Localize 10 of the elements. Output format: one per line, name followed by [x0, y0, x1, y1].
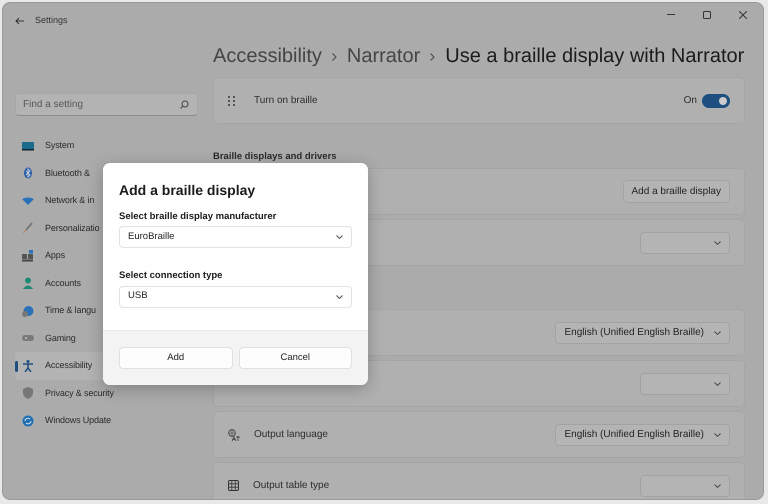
section-heading: Braille displays and drivers: [213, 150, 338, 162]
setting-label: Output language: [254, 428, 328, 442]
page-title: Use a braille display with Narrator: [445, 44, 744, 69]
field-label: Select braille display manufacturer: [119, 210, 278, 224]
setting-label: Output table type: [253, 479, 330, 493]
toggle-state-label: On: [684, 94, 697, 108]
field-label: Select connection type: [119, 269, 224, 284]
dialog-title: Add a braille display: [119, 181, 256, 200]
window-title: Settings: [35, 14, 68, 28]
setting-label: Turn on braille: [254, 94, 318, 108]
